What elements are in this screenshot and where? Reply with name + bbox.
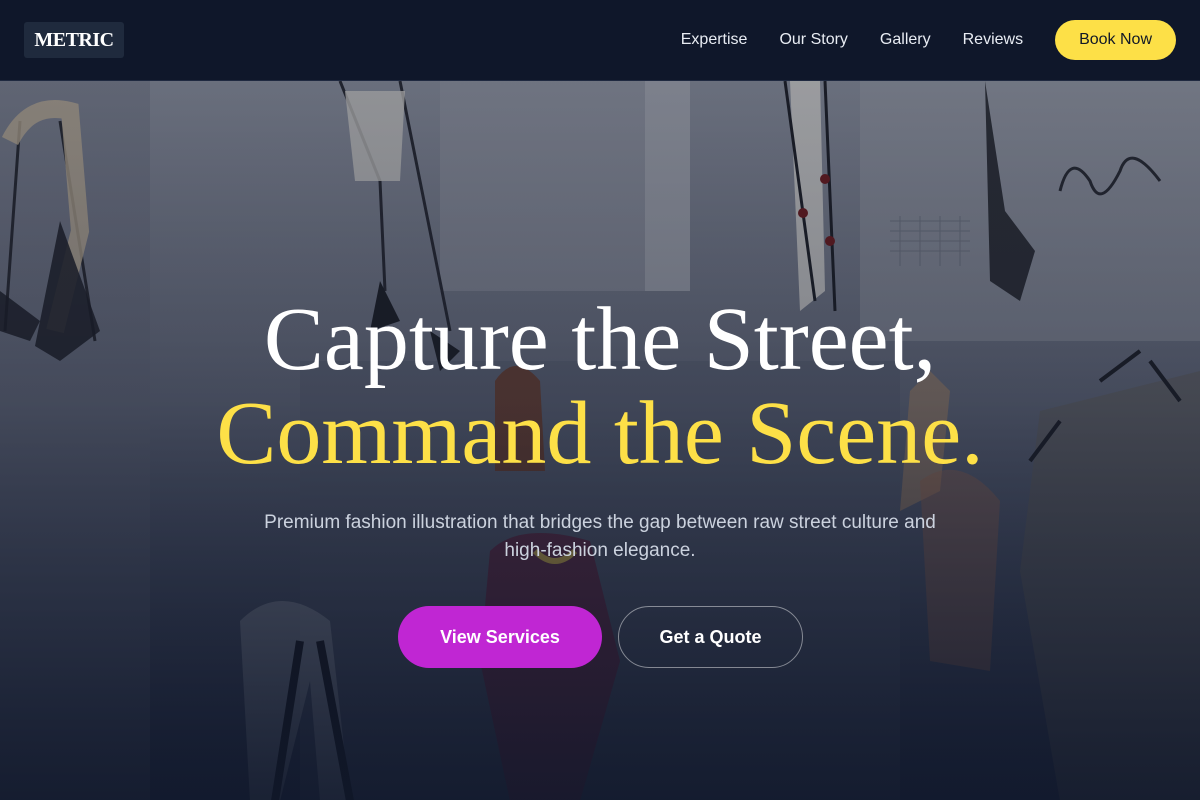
site-header: METRIC Expertise Our Story Gallery Revie… bbox=[0, 0, 1200, 81]
headline-line-2: Command the Scene. bbox=[216, 384, 984, 483]
get-a-quote-button[interactable]: Get a Quote bbox=[618, 606, 803, 668]
book-now-button[interactable]: Book Now bbox=[1055, 20, 1176, 60]
nav-link-our-story[interactable]: Our Story bbox=[779, 31, 847, 49]
headline-line-1: Capture the Street, bbox=[263, 290, 937, 389]
hero-content: Capture the Street, Command the Scene. P… bbox=[0, 81, 1200, 800]
main-nav: Expertise Our Story Gallery Reviews Book… bbox=[681, 0, 1176, 80]
hero-subtext: Premium fashion illustration that bridge… bbox=[264, 512, 936, 561]
hero-section: Capture the Street, Command the Scene. P… bbox=[0, 81, 1200, 800]
nav-link-gallery[interactable]: Gallery bbox=[880, 31, 931, 49]
nav-link-reviews[interactable]: Reviews bbox=[963, 31, 1023, 49]
hero-headline: Capture the Street, Command the Scene. bbox=[0, 293, 1200, 481]
view-services-button[interactable]: View Services bbox=[398, 606, 602, 668]
logo[interactable]: METRIC bbox=[24, 22, 124, 58]
nav-link-expertise[interactable]: Expertise bbox=[681, 31, 748, 49]
